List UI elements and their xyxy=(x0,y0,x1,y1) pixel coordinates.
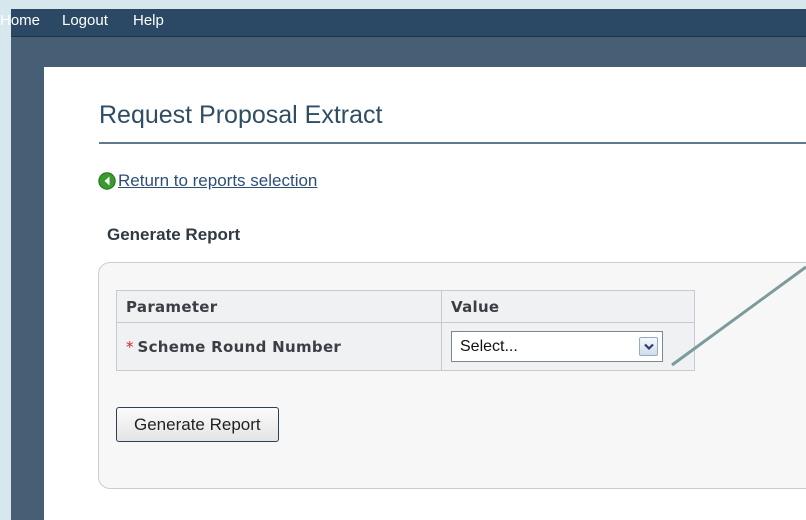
page-title: Request Proposal Extract xyxy=(99,101,383,129)
report-parameters-panel: Parameter Value * Scheme Round Number Sel… xyxy=(98,262,806,489)
generate-report-button[interactable]: Generate Report xyxy=(116,407,279,442)
parameter-name: Scheme Round Number xyxy=(137,337,342,356)
chevron-down-icon xyxy=(644,343,654,351)
return-to-reports-label[interactable]: Return to reports selection xyxy=(118,171,317,191)
app-window: Home Logout Help Request Proposal Extrac… xyxy=(0,9,806,520)
nav-home-link[interactable]: Home xyxy=(0,12,40,29)
required-marker: * xyxy=(126,337,134,356)
section-heading: Generate Report xyxy=(107,225,241,244)
scheme-round-number-select[interactable]: Select... xyxy=(451,331,663,362)
top-navigation-bar: Home Logout Help xyxy=(0,9,806,37)
content-area: Request Proposal Extract Return to repor… xyxy=(44,67,806,520)
table-header-row: Parameter Value xyxy=(116,290,695,323)
table-row: * Scheme Round Number Select... xyxy=(116,322,695,371)
parameters-table: Parameter Value * Scheme Round Number Sel… xyxy=(116,290,695,371)
select-value: Select... xyxy=(460,338,518,355)
column-header-parameter: Parameter xyxy=(116,290,442,323)
title-divider xyxy=(99,142,806,144)
column-header-value: Value xyxy=(441,290,695,323)
nav-logout-link[interactable]: Logout xyxy=(62,12,108,29)
value-cell: Select... xyxy=(441,322,695,371)
dropdown-arrow-button[interactable] xyxy=(639,337,658,356)
back-arrow-icon xyxy=(98,172,116,190)
nav-help-link[interactable]: Help xyxy=(133,12,164,29)
parameter-cell: * Scheme Round Number xyxy=(116,322,442,371)
